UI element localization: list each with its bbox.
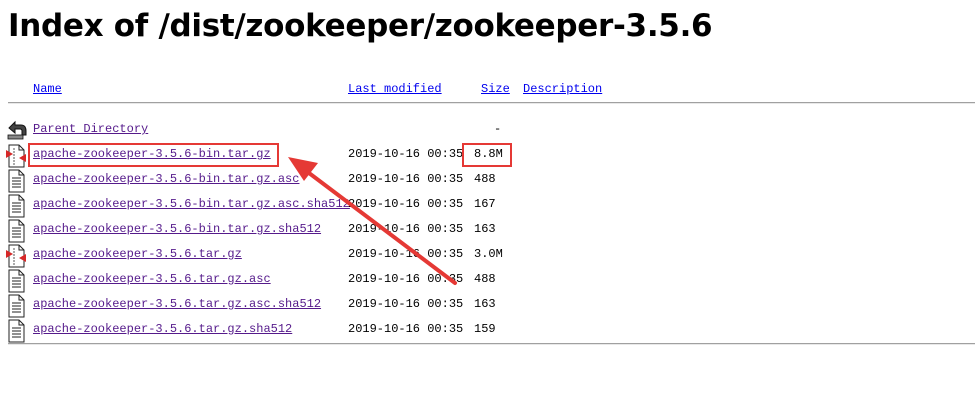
annotation-arrow <box>288 157 457 285</box>
